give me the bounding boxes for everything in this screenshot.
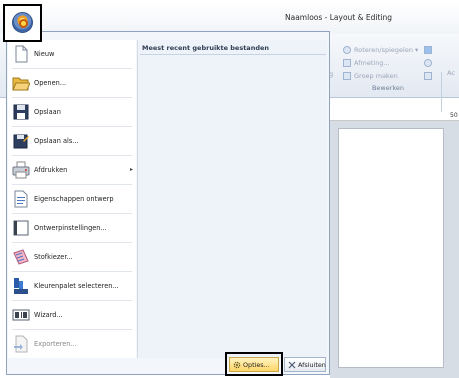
exit-button-label: Afsluiten xyxy=(298,361,326,369)
rotate-flip-button[interactable]: Roteren/spiegelen xyxy=(354,46,413,54)
menu-item-print[interactable]: Afdrukken ▸ xyxy=(8,156,136,184)
menu-item-label: Openen... xyxy=(34,79,67,87)
application-button-highlight xyxy=(3,4,42,42)
menu-item-label: Ontwerpinstellingen... xyxy=(34,224,107,232)
menu-item-label: Eigenschappen ontwerp xyxy=(34,195,114,203)
group-button[interactable]: Groep maken xyxy=(354,72,398,80)
application-menu-button[interactable] xyxy=(12,12,33,33)
menu-item-new[interactable]: Nieuw xyxy=(8,40,136,68)
recent-files-panel: Meest recent gebruikte bestanden xyxy=(137,40,327,358)
application-menu: Nieuw Openen... Opslaan Opslaan als... A… xyxy=(6,31,330,375)
design-properties-icon xyxy=(14,190,28,208)
menu-item-label: Afdrukken xyxy=(34,166,68,174)
window-title: Naamloos - Layout & Editing xyxy=(285,13,392,22)
exit-icon xyxy=(288,361,296,369)
rotate-icon xyxy=(343,46,351,54)
align-icon[interactable] xyxy=(424,46,432,54)
resize-icon xyxy=(343,59,351,67)
print-icon xyxy=(12,161,30,179)
menu-item-design-settings[interactable]: Ontwerpinstellingen... xyxy=(8,214,136,242)
menu-item-open[interactable]: Openen... xyxy=(8,69,136,97)
menu-item-label: Exporteren... xyxy=(34,340,77,348)
options-button[interactable]: Opties... xyxy=(229,357,279,372)
ruler-marker: 50 xyxy=(450,112,458,119)
ribbon-group-label: Bewerken xyxy=(371,84,405,92)
title-bar: Naamloos - Layout & Editing xyxy=(0,0,459,34)
menu-item-design-properties[interactable]: Eigenschappen ontwerp xyxy=(8,185,136,213)
new-document-icon xyxy=(15,45,28,63)
menu-item-save-as[interactable]: Opslaan als... xyxy=(8,127,136,155)
star-icon[interactable] xyxy=(424,72,432,80)
options-button-label: Opties... xyxy=(243,361,270,369)
stitch-icon[interactable] xyxy=(424,59,432,67)
ribbon-partial-label-right: Ac xyxy=(447,69,455,77)
fabric-selector-icon xyxy=(13,249,29,265)
menu-item-label: Opslaan als... xyxy=(34,137,79,145)
menu-item-color-palette[interactable]: Kleurenpalet selecteren... xyxy=(8,272,136,300)
exit-button[interactable]: Afsluiten xyxy=(284,357,326,372)
recent-files-divider xyxy=(140,54,326,55)
color-palette-icon xyxy=(14,278,28,294)
menu-item-label: Nieuw xyxy=(34,50,55,58)
menu-item-export[interactable]: Exporteren... xyxy=(8,330,136,358)
open-folder-icon xyxy=(12,77,30,91)
menu-item-wizard[interactable]: Wizard... xyxy=(8,301,136,329)
save-icon xyxy=(13,104,29,120)
wizard-icon xyxy=(12,309,30,321)
menu-item-label: Stofkiezer... xyxy=(34,253,73,261)
menu-item-fabric-selector[interactable]: Stofkiezer... xyxy=(8,243,136,271)
menu-item-label: Wizard... xyxy=(34,311,63,319)
design-page[interactable] xyxy=(338,128,444,368)
menu-item-save[interactable]: Opslaan xyxy=(8,98,136,126)
app-logo-icon xyxy=(19,19,28,28)
group-icon xyxy=(343,72,351,80)
save-as-icon xyxy=(13,134,29,149)
menu-item-label: Kleurenpalet selecteren... xyxy=(34,282,119,290)
gear-icon xyxy=(233,361,241,369)
design-settings-icon xyxy=(13,220,29,236)
menu-command-list: Nieuw Openen... Opslaan Opslaan als... A… xyxy=(8,40,136,358)
application-window: Naamloos - Layout & Editing g Roteren/sp… xyxy=(0,0,459,378)
export-icon xyxy=(14,335,28,353)
menu-item-label: Opslaan xyxy=(34,108,61,116)
size-button[interactable]: Afmeting... xyxy=(354,59,390,67)
chevron-down-icon[interactable]: ▾ xyxy=(415,46,418,54)
horizontal-ruler xyxy=(330,112,459,121)
recent-files-header: Meest recent gebruikte bestanden xyxy=(142,44,270,52)
submenu-arrow-icon: ▸ xyxy=(130,166,134,173)
